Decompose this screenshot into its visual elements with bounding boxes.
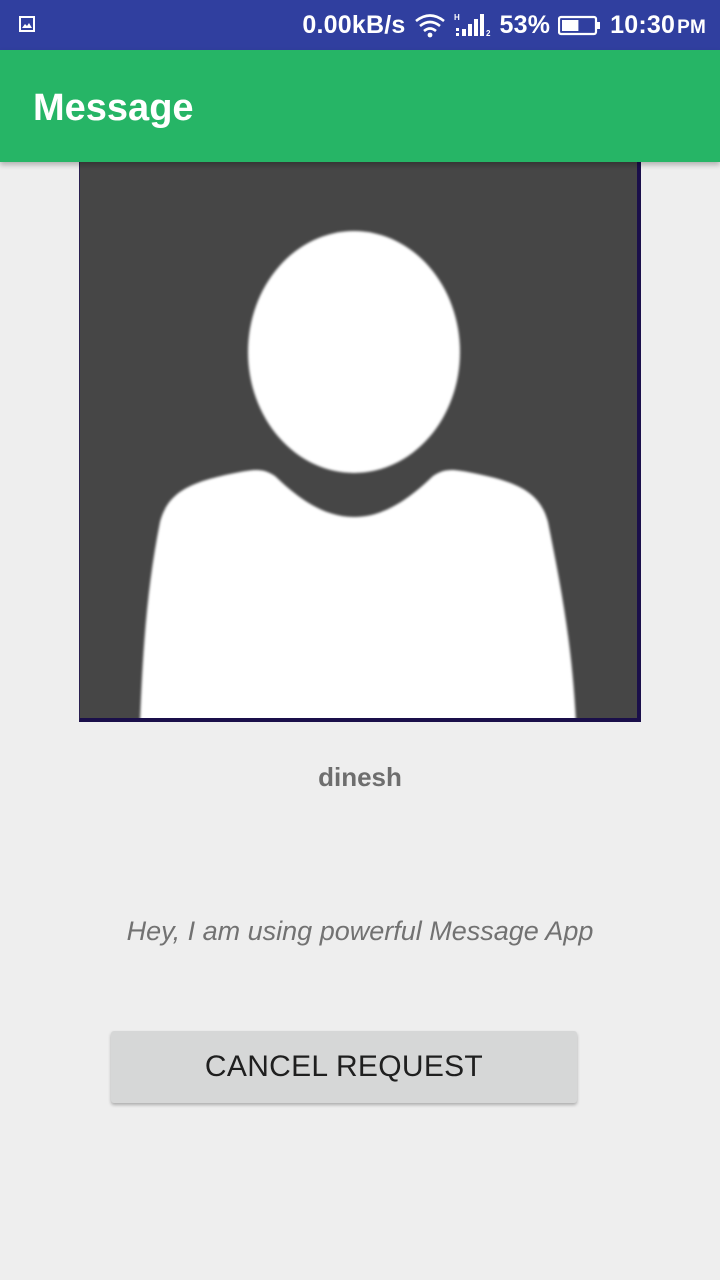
default-avatar-icon xyxy=(140,231,576,718)
battery-icon xyxy=(558,15,601,36)
gallery-icon xyxy=(19,16,35,32)
network-speed: 0.00kB/s xyxy=(302,10,406,39)
status-indicators: 0.00kB/s H 2 53% 10:30 PM xyxy=(302,0,706,50)
profile-name: dinesh xyxy=(318,762,402,792)
profile-status: Hey, I am using powerful Message App xyxy=(126,916,594,946)
app-bar: Message xyxy=(0,50,720,162)
svg-text:H: H xyxy=(454,13,460,22)
clock-time: 10:30 xyxy=(610,10,676,39)
cancel-request-button[interactable]: CANCEL REQUEST xyxy=(111,1031,577,1103)
clock-ampm: PM xyxy=(677,16,706,38)
wifi-icon xyxy=(414,14,445,38)
svg-text:2: 2 xyxy=(486,29,491,38)
profile-image[interactable] xyxy=(79,162,641,722)
status-bar: 0.00kB/s H 2 53% 10:30 PM xyxy=(0,0,720,50)
battery-percent: 53% xyxy=(499,10,551,39)
clock: 10:30 PM xyxy=(610,11,706,40)
page-title: Message xyxy=(33,87,194,129)
signal-icon: H 2 xyxy=(454,13,491,38)
